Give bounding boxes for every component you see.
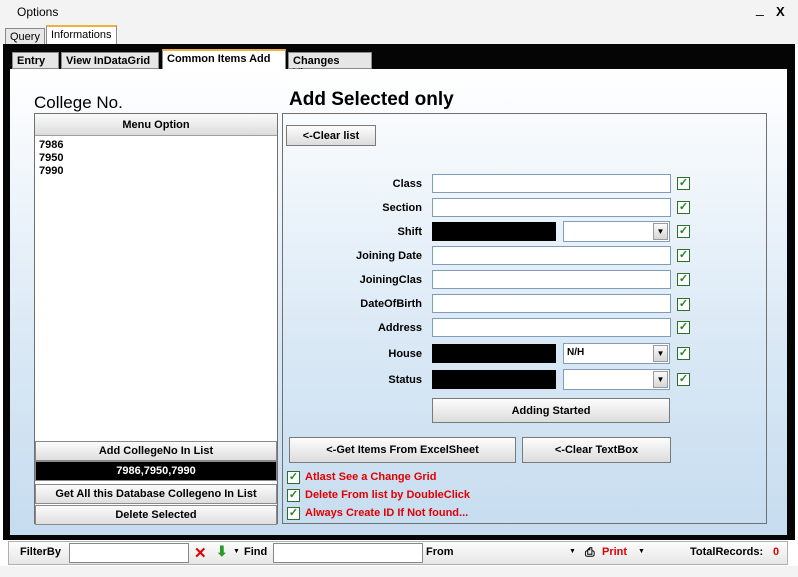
section-label: Section (382, 202, 422, 214)
house-select-value: N/H (567, 347, 585, 358)
find-input[interactable] (273, 543, 423, 563)
shift-select[interactable]: ▼ (563, 221, 670, 242)
college-no-title: College No. (34, 93, 123, 112)
college-numbers-field[interactable]: 7986,7950,7990 (35, 461, 277, 481)
always-create-id-checkbox[interactable]: ✓ (287, 507, 300, 520)
print-dropdown-icon[interactable]: ▼ (638, 548, 645, 555)
clear-textbox-button[interactable]: <-Clear TextBox (522, 437, 671, 463)
status-input[interactable] (432, 370, 556, 389)
status-checkbox[interactable]: ✓ (677, 373, 690, 386)
list-item[interactable]: 7950 (39, 152, 63, 165)
status-label: Status (388, 374, 422, 386)
filter-dropdown-icon[interactable]: ▼ (233, 548, 240, 555)
joining-date-checkbox[interactable]: ✓ (677, 249, 690, 262)
list-item[interactable]: 7986 (39, 139, 63, 152)
adding-started-button[interactable]: Adding Started (432, 398, 670, 423)
address-input[interactable] (432, 318, 671, 337)
total-records-label: TotalRecords: (690, 546, 764, 558)
close-button[interactable]: X (776, 4, 785, 19)
add-selected-title: Add Selected only (289, 89, 454, 110)
atlast-see-change-checkbox[interactable]: ✓ (287, 471, 300, 484)
get-all-collegeno-button[interactable]: Get All this Database Collegeno In List (35, 484, 277, 504)
add-collegeno-button[interactable]: Add CollegeNo In List (35, 441, 277, 461)
menu-option-header[interactable]: Menu Option (35, 114, 277, 136)
status-strip (0, 566, 798, 577)
joining-clas-input[interactable] (432, 270, 671, 289)
shift-checkbox[interactable]: ✓ (677, 225, 690, 238)
delete-doubleclick-checkbox[interactable]: ✓ (287, 489, 300, 502)
filter-by-input[interactable] (69, 543, 189, 563)
window-title: Options (17, 5, 59, 19)
house-select[interactable]: N/H ▼ (563, 343, 670, 364)
tab-view-indatagrid[interactable]: View InDataGrid (61, 52, 159, 69)
tab-changes-view[interactable]: Changes View (288, 52, 372, 79)
section-input[interactable] (432, 198, 671, 217)
window-title-bar: Options _ X (0, 0, 798, 24)
shift-label: Shift (397, 226, 422, 238)
get-items-excel-button[interactable]: <-Get Items From ExcelSheet (289, 437, 516, 463)
minimize-button[interactable]: _ (756, 0, 764, 16)
class-label: Class (392, 178, 422, 190)
tab-entry[interactable]: Entry (12, 52, 59, 69)
status-select[interactable]: ▼ (563, 369, 670, 390)
joining-clas-label: JoiningClas (359, 274, 422, 286)
outer-tab-strip: Query Informations (0, 24, 798, 45)
chevron-down-icon[interactable]: ▼ (653, 223, 668, 240)
date-of-birth-input[interactable] (432, 294, 671, 313)
section-checkbox[interactable]: ✓ (677, 201, 690, 214)
from-dropdown-icon[interactable]: ▼ (569, 548, 576, 555)
house-checkbox[interactable]: ✓ (677, 347, 690, 360)
print-button[interactable]: Print (602, 546, 627, 558)
always-create-id-label[interactable]: Always Create ID If Not found... (305, 507, 468, 519)
find-label: Find (244, 546, 268, 558)
tab-informations[interactable]: Informations (46, 25, 117, 45)
house-label: House (388, 348, 422, 360)
class-input[interactable] (432, 174, 671, 193)
delete-selected-button[interactable]: Delete Selected (35, 505, 277, 525)
from-select[interactable] (459, 543, 580, 563)
list-item[interactable]: 7990 (39, 165, 63, 178)
date-of-birth-label: DateOfBirth (360, 298, 422, 310)
from-label: From (426, 546, 454, 558)
tab-query[interactable]: Query (5, 28, 45, 44)
total-records-value: 0 (773, 546, 780, 558)
clear-list-button[interactable]: <-Clear list (286, 125, 376, 146)
date-of-birth-checkbox[interactable]: ✓ (677, 298, 690, 311)
class-checkbox[interactable]: ✓ (677, 177, 690, 190)
tab-common-items-add[interactable]: Common Items Add (162, 49, 286, 71)
filter-by-label: FilterBy (20, 546, 61, 558)
joining-date-input[interactable] (432, 246, 671, 265)
address-label: Address (377, 322, 422, 334)
printer-icon[interactable]: ⎙ (585, 545, 595, 560)
address-checkbox[interactable]: ✓ (677, 321, 690, 334)
chevron-down-icon[interactable]: ▼ (653, 371, 668, 388)
joining-clas-checkbox[interactable]: ✓ (677, 273, 690, 286)
filter-arrow-icon[interactable]: ⬇ (216, 543, 228, 560)
chevron-down-icon[interactable]: ▼ (653, 345, 668, 362)
atlast-see-change-label[interactable]: Atlast See a Change Grid (305, 471, 436, 483)
joining-date-label: Joining Date (355, 250, 422, 262)
clear-filter-icon[interactable]: ✕ (194, 544, 207, 562)
house-input[interactable] (432, 344, 556, 363)
delete-doubleclick-label[interactable]: Delete From list by DoubleClick (305, 489, 470, 501)
shift-input[interactable] (432, 222, 556, 241)
college-list[interactable]: 7986 7950 7990 (39, 139, 63, 178)
